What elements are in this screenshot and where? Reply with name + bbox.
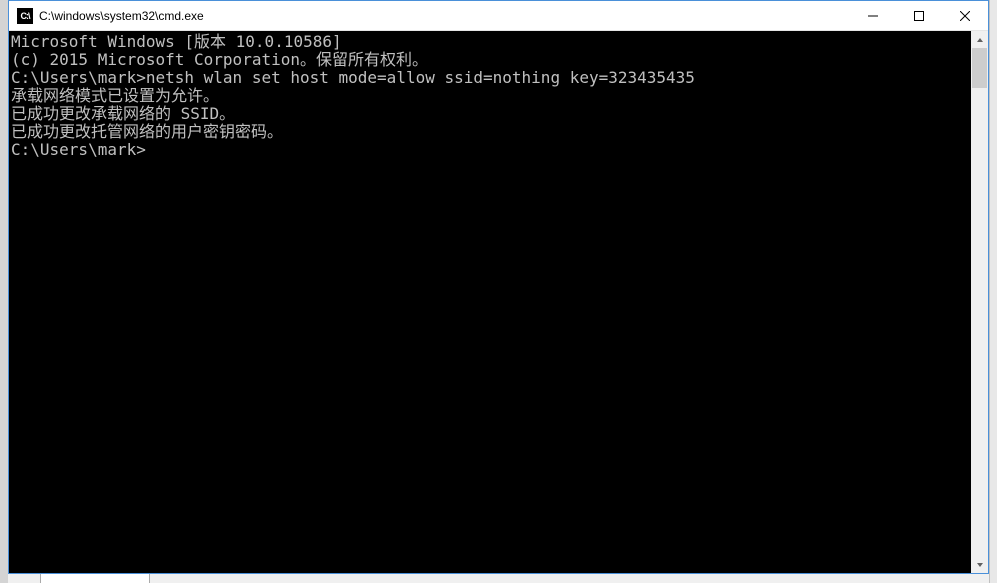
typed-command: netsh wlan set host mode=allow ssid=noth… bbox=[146, 69, 695, 87]
minimize-icon bbox=[868, 11, 878, 21]
prompt-line: C:\Users\mark>netsh wlan set host mode=a… bbox=[11, 69, 971, 87]
close-icon bbox=[960, 11, 970, 21]
client-area: Microsoft Windows [版本 10.0.10586](c) 201… bbox=[9, 31, 988, 573]
titlebar[interactable]: C:\ C:\windows\system32\cmd.exe bbox=[9, 1, 988, 31]
output-line: 已成功更改托管网络的用户密钥密码。 bbox=[11, 123, 971, 141]
window-controls bbox=[850, 1, 988, 30]
minimize-button[interactable] bbox=[850, 1, 896, 30]
chevron-down-icon bbox=[976, 561, 984, 569]
scroll-track[interactable] bbox=[971, 48, 988, 556]
terminal-output[interactable]: Microsoft Windows [版本 10.0.10586](c) 201… bbox=[9, 31, 971, 573]
scroll-thumb[interactable] bbox=[972, 48, 987, 88]
close-button[interactable] bbox=[942, 1, 988, 30]
output-line: 承载网络模式已设置为允许。 bbox=[11, 87, 971, 105]
background-tab bbox=[40, 574, 150, 583]
scroll-down-button[interactable] bbox=[971, 556, 988, 573]
output-line: 已成功更改承载网络的 SSID。 bbox=[11, 105, 971, 123]
chevron-up-icon bbox=[976, 36, 984, 44]
prompt: C:\Users\mark> bbox=[11, 141, 146, 159]
window-title: C:\windows\system32\cmd.exe bbox=[39, 9, 850, 23]
maximize-button[interactable] bbox=[896, 1, 942, 30]
background-strip bbox=[8, 574, 989, 583]
scroll-up-button[interactable] bbox=[971, 31, 988, 48]
active-prompt-line[interactable]: C:\Users\mark> bbox=[11, 141, 971, 159]
output-line: (c) 2015 Microsoft Corporation。保留所有权利。 bbox=[11, 51, 971, 69]
prompt: C:\Users\mark> bbox=[11, 69, 146, 87]
output-line: Microsoft Windows [版本 10.0.10586] bbox=[11, 33, 971, 51]
cmd-window: C:\ C:\windows\system32\cmd.exe Microsof… bbox=[8, 0, 989, 574]
maximize-icon bbox=[914, 11, 924, 21]
desktop-edge bbox=[989, 0, 997, 583]
cmd-icon: C:\ bbox=[17, 8, 33, 24]
vertical-scrollbar[interactable] bbox=[971, 31, 988, 573]
